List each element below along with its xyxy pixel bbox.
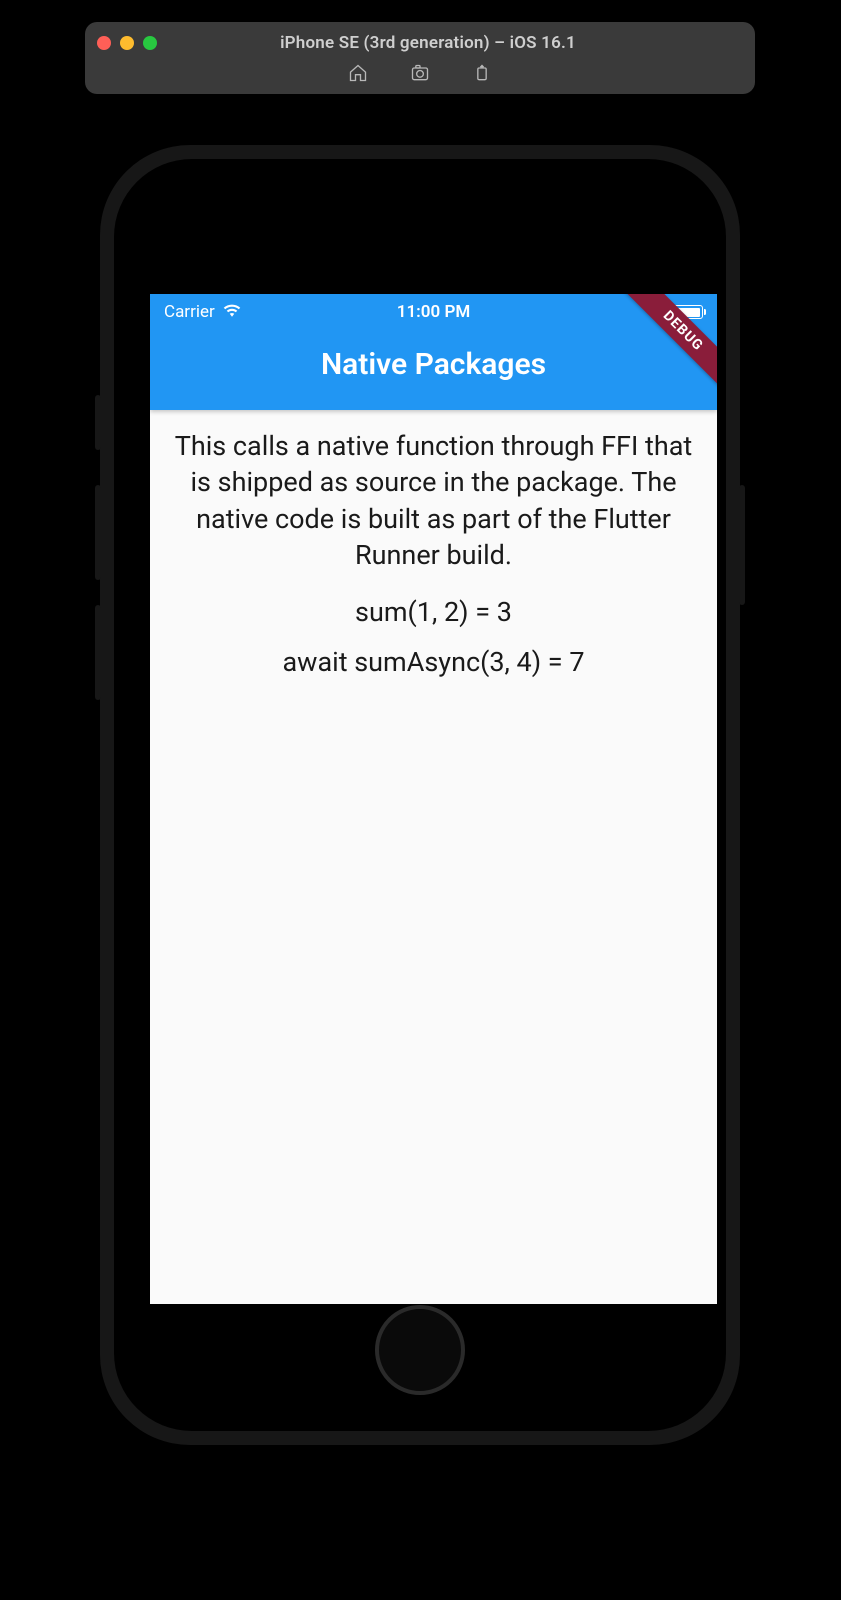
close-window-button[interactable] [97,36,111,50]
home-button[interactable] [375,1305,465,1395]
description-text: This calls a native function through FFI… [170,428,697,574]
volume-up-button[interactable] [95,485,101,580]
app-bar-title: Native Packages [150,330,717,400]
status-time: 11:00 PM [397,302,471,322]
wifi-icon [223,302,241,322]
app-bar: Carrier 11:00 PM Native Packages DEBUG [150,294,717,410]
simulator-window-title: iPhone SE (3rd generation) – iOS 16.1 [113,33,743,53]
phone-frame: Carrier 11:00 PM Native Packages DEBUG T… [100,145,740,1445]
simulator-toolbar [97,59,743,86]
screenshot-icon[interactable] [409,62,431,84]
phone-screen: Carrier 11:00 PM Native Packages DEBUG T… [150,294,717,1304]
async-result-text: await sumAsync(3, 4) = 7 [170,642,697,684]
volume-down-button[interactable] [95,605,101,700]
rotate-icon[interactable] [471,62,493,84]
main-content: This calls a native function through FFI… [150,410,717,709]
power-button[interactable] [739,485,745,605]
status-bar: Carrier 11:00 PM [150,294,717,330]
phone-bezel: Carrier 11:00 PM Native Packages DEBUG T… [114,159,726,1431]
mute-switch[interactable] [95,395,101,450]
home-icon[interactable] [347,62,369,84]
sync-result-text: sum(1, 2) = 3 [170,592,697,634]
carrier-label: Carrier [164,302,215,322]
simulator-titlebar: iPhone SE (3rd generation) – iOS 16.1 [85,22,755,94]
